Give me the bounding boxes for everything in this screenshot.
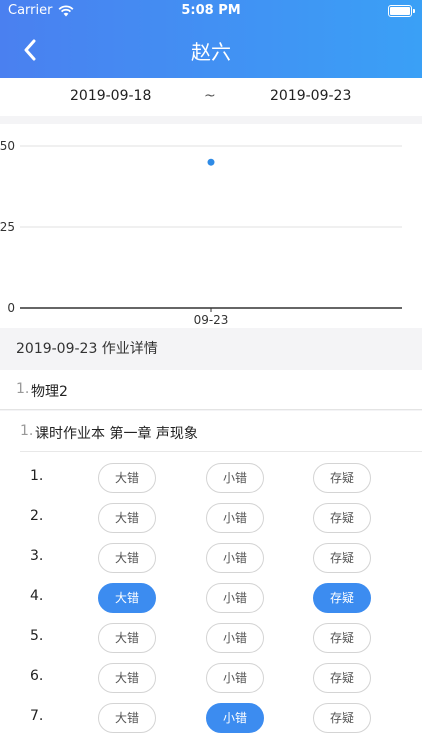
detail-title: 2019-09-23 作业详情 <box>16 341 158 357</box>
question-number: 3. <box>30 548 44 564</box>
y-tick-label: 0 <box>7 301 15 315</box>
question-row: 6. 大错 小错 存疑 <box>0 659 422 699</box>
data-point <box>207 158 215 166</box>
question-number: 4. <box>30 588 44 604</box>
page-title: 赵六 <box>191 40 231 64</box>
date-end-picker[interactable]: 2019-09-23 <box>270 88 351 104</box>
mark-button-doubt[interactable]: 存疑 <box>313 503 371 533</box>
mark-button-major-error[interactable]: 大错 <box>98 463 156 493</box>
question-row: 2. 大错 小错 存疑 <box>0 499 422 539</box>
nav-bar: 赵六 <box>0 22 422 78</box>
subject-name: 物理2 <box>31 384 68 400</box>
question-row: 1. 大错 小错 存疑 <box>0 459 422 499</box>
question-row: 5. 大错 小错 存疑 <box>0 619 422 659</box>
book-block: 1. 课时作业本 第一章 声现象 1. 大错 小错 存疑 2. 大错 小错 存疑 3. 大错 小错存… <box>0 411 422 750</box>
mark-button-doubt[interactable]: 存疑 <box>313 463 371 493</box>
mark-button-doubt[interactable]: 存疑 <box>313 623 371 653</box>
mark-button-major-error[interactable]: 大错 <box>98 543 156 573</box>
status-time: 5:08 PM <box>181 3 241 18</box>
score-chart: 0 25 50 09-23 <box>0 124 422 328</box>
question-row: 7. 大错 小错 存疑 <box>0 699 422 739</box>
question-number: 7. <box>30 708 44 724</box>
y-tick-label: 50 <box>0 139 15 153</box>
subject-index: 1. <box>16 381 30 397</box>
question-number: 1. <box>30 468 44 484</box>
mark-button-doubt[interactable]: 存疑 <box>313 543 371 573</box>
date-range: 2019-09-18 ~ 2019-09-23 <box>0 78 422 116</box>
mark-button-major-error[interactable]: 大错 <box>98 663 156 693</box>
mark-button-doubt[interactable]: 存疑 <box>313 663 371 693</box>
question-row: 4. 大错 小错 存疑 <box>0 579 422 619</box>
book-name: 课时作业本 第一章 声现象 <box>35 426 198 442</box>
mark-button-minor-error[interactable]: 小错 <box>206 463 264 493</box>
book-row[interactable]: 1. 课时作业本 第一章 声现象 <box>20 411 422 452</box>
mark-button-major-error[interactable]: 大错 <box>98 583 156 613</box>
subject-row[interactable]: 1. 物理2 <box>0 370 422 410</box>
date-start-picker[interactable]: 2019-09-18 <box>70 88 151 104</box>
mark-button-major-error[interactable]: 大错 <box>98 623 156 653</box>
mark-button-major-error[interactable]: 大错 <box>98 503 156 533</box>
question-number: 6. <box>30 668 44 684</box>
question-number: 2. <box>30 508 44 524</box>
mark-button-major-error[interactable]: 大错 <box>98 703 156 733</box>
chart-svg: 0 25 50 09-23 <box>0 139 402 327</box>
book-index: 1. <box>20 423 34 439</box>
mark-button-minor-error[interactable]: 小错 <box>206 703 264 733</box>
app-header: Carrier 5:08 PM 赵六 <box>0 0 422 78</box>
mark-button-minor-error[interactable]: 小错 <box>206 623 264 653</box>
mark-button-doubt[interactable]: 存疑 <box>313 703 371 733</box>
mark-button-minor-error[interactable]: 小错 <box>206 503 264 533</box>
mark-button-doubt[interactable]: 存疑 <box>313 583 371 613</box>
x-tick-label: 09-23 <box>194 313 229 327</box>
status-bar: Carrier 5:08 PM <box>0 0 422 22</box>
mark-button-minor-error[interactable]: 小错 <box>206 663 264 693</box>
mark-button-minor-error[interactable]: 小错 <box>206 543 264 573</box>
question-number: 5. <box>30 628 44 644</box>
mark-button-minor-error[interactable]: 小错 <box>206 583 264 613</box>
date-separator: ~ <box>204 88 216 104</box>
y-tick-label: 25 <box>0 220 15 234</box>
battery-icon <box>388 5 415 17</box>
question-row: 3. 大错 小错 存疑 <box>0 539 422 579</box>
